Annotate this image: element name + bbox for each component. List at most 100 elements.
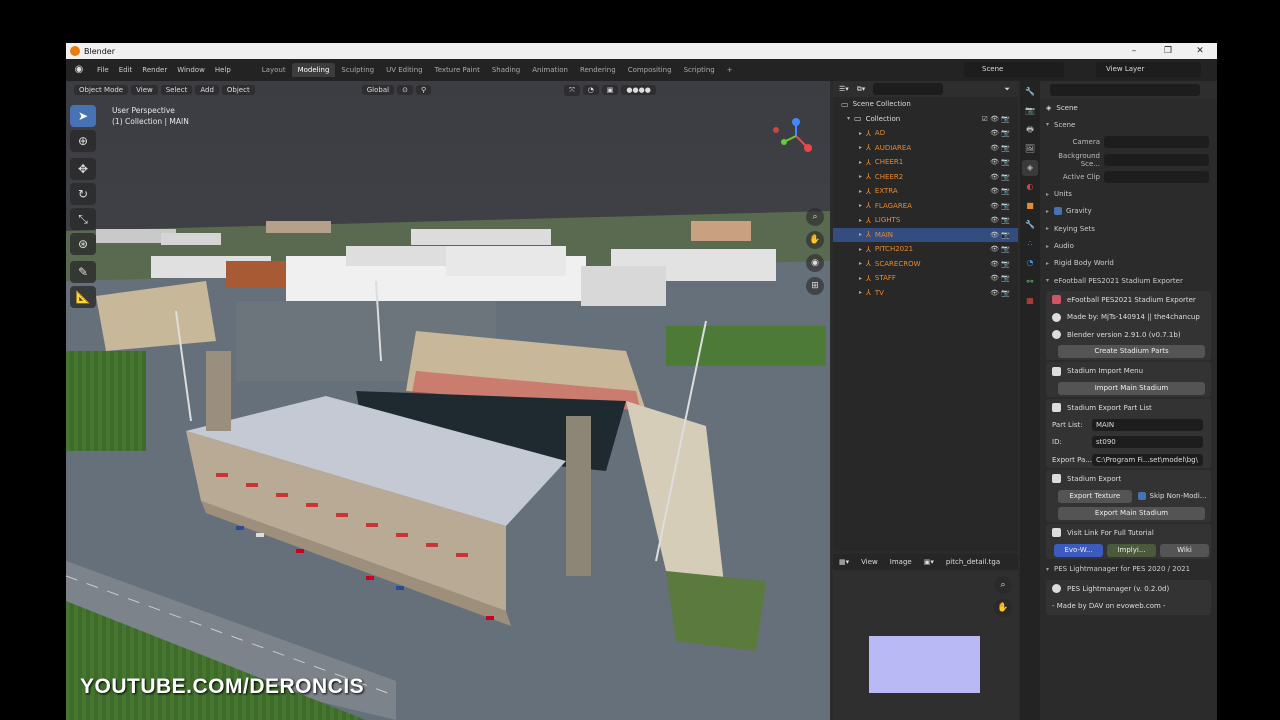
- outliner-item-audiarea[interactable]: ▸ ⅄ AUDIAREA 👁 📷: [833, 141, 1018, 156]
- expand-icon[interactable]: ▸: [859, 246, 862, 253]
- expand-icon[interactable]: ▸: [859, 144, 862, 151]
- outliner-item-cheer1[interactable]: ▸ ⅄ CHEER1 👁 📷: [833, 155, 1018, 170]
- viewport-menu-view[interactable]: View: [131, 85, 158, 95]
- image-name-field[interactable]: pitch_detail.tga: [946, 558, 1000, 566]
- expand-icon[interactable]: ▸: [859, 202, 862, 209]
- tab-rendering[interactable]: Rendering: [574, 63, 622, 77]
- expand-icon[interactable]: ▸: [859, 173, 862, 180]
- visibility-icons[interactable]: 👁 📷: [990, 158, 1010, 166]
- pivot-icon[interactable]: ⊙: [397, 85, 413, 95]
- particles-tab-icon[interactable]: ∴: [1022, 236, 1038, 252]
- active-clip-field[interactable]: [1104, 170, 1209, 183]
- exporter-section-header[interactable]: ▾ eFootball PES2021 Stadium Exporter: [1040, 272, 1217, 289]
- menu-edit[interactable]: Edit: [114, 66, 138, 74]
- zoom-icon[interactable]: ⌕: [806, 208, 824, 226]
- overlay-toggle-icon[interactable]: ◔: [582, 85, 599, 95]
- render-tab-icon[interactable]: 📷: [1022, 103, 1038, 119]
- add-workspace-icon[interactable]: +: [721, 63, 739, 77]
- evo-web-link-button[interactable]: Evo-W...: [1054, 543, 1103, 557]
- tab-compositing[interactable]: Compositing: [622, 63, 678, 77]
- camera-view-icon[interactable]: ◉: [806, 254, 824, 272]
- pan-hand-icon[interactable]: ✋: [806, 231, 824, 249]
- image-menu-view[interactable]: View: [861, 558, 878, 566]
- scene-tab-icon[interactable]: ◈: [1022, 160, 1038, 176]
- visibility-icons[interactable]: 👁 📷: [990, 202, 1010, 210]
- export-texture-button[interactable]: Export Texture: [1058, 489, 1132, 503]
- properties-search-input[interactable]: [1050, 84, 1200, 96]
- gizmo-toggle-icon[interactable]: ⤧: [564, 84, 580, 96]
- visibility-icons[interactable]: 👁 📷: [990, 129, 1010, 137]
- image-pan-icon[interactable]: ✋: [994, 599, 1012, 617]
- outliner-item-main[interactable]: ▸ ⅄ MAIN 👁 📷: [833, 227, 1018, 242]
- menu-help[interactable]: Help: [210, 66, 236, 74]
- visibility-icons[interactable]: 👁 📷: [990, 173, 1010, 181]
- output-tab-icon[interactable]: 🖶: [1022, 122, 1038, 138]
- visibility-icons[interactable]: 👁 📷: [990, 245, 1010, 253]
- keying-sets-section[interactable]: ▸ Keying Sets: [1040, 220, 1217, 237]
- visibility-icons[interactable]: 👁 📷: [990, 231, 1010, 239]
- outliner-item-staff[interactable]: ▸ ⅄ STAFF 👁 📷: [833, 271, 1018, 286]
- move-tool-icon[interactable]: ✥: [70, 158, 96, 180]
- texture-tab-icon[interactable]: ▦: [1022, 293, 1038, 309]
- implyingrigged-link-button[interactable]: Implyi...: [1107, 543, 1156, 557]
- outliner-item-pitch2021[interactable]: ▸ ⅄ PITCH2021 👁 📷: [833, 242, 1018, 257]
- tab-shading[interactable]: Shading: [486, 63, 526, 77]
- outliner-item-tv[interactable]: ▸ ⅄ TV 👁 📷: [833, 286, 1018, 301]
- import-main-stadium-button[interactable]: Import Main Stadium: [1058, 381, 1205, 395]
- expand-icon[interactable]: ▸: [859, 260, 862, 267]
- camera-field[interactable]: [1104, 136, 1209, 149]
- wiki-link-button[interactable]: Wiki: [1160, 543, 1209, 557]
- 3d-viewport[interactable]: Object Mode View Select Add Object Globa…: [66, 81, 830, 720]
- visibility-icons[interactable]: 👁 📷: [990, 289, 1010, 297]
- transform-orientation[interactable]: Global: [361, 85, 395, 95]
- tab-modeling[interactable]: Modeling: [291, 63, 336, 77]
- physics-tab-icon[interactable]: ◔: [1022, 255, 1038, 271]
- outliner-type-icon[interactable]: ☰▾: [839, 85, 849, 93]
- visibility-icons[interactable]: ☑ 👁 📷: [982, 115, 1010, 123]
- cursor-tool-icon[interactable]: ⊕: [70, 130, 96, 152]
- visibility-icons[interactable]: 👁 📷: [990, 187, 1010, 195]
- world-tab-icon[interactable]: ◐: [1022, 179, 1038, 195]
- menu-file[interactable]: File: [92, 66, 114, 74]
- expand-icon[interactable]: ▸: [859, 159, 862, 166]
- modifier-tab-icon[interactable]: 🔧: [1022, 217, 1038, 233]
- visibility-icons[interactable]: 👁 📷: [990, 274, 1010, 282]
- view-layer-selector[interactable]: View Layer: [1096, 62, 1201, 77]
- ortho-grid-icon[interactable]: ⊞: [806, 277, 824, 295]
- expand-icon[interactable]: ▸: [859, 275, 862, 282]
- viewport-menu-select[interactable]: Select: [160, 85, 193, 95]
- tool-tab-icon[interactable]: 🔧: [1022, 84, 1038, 100]
- export-main-stadium-button[interactable]: Export Main Stadium: [1058, 506, 1205, 520]
- gravity-checkbox[interactable]: [1054, 207, 1063, 216]
- scene-section-header[interactable]: ▾ Scene: [1040, 116, 1217, 133]
- tab-texture-paint[interactable]: Texture Paint: [429, 63, 486, 77]
- snap-icon[interactable]: ⚲: [415, 85, 432, 95]
- select-tool-icon[interactable]: ➤: [70, 105, 96, 127]
- rigid-body-section[interactable]: ▸ Rigid Body World: [1040, 255, 1217, 272]
- expand-icon[interactable]: ▸: [859, 217, 862, 224]
- visibility-icons[interactable]: 👁 📷: [990, 216, 1010, 224]
- image-menu-image[interactable]: Image: [890, 558, 912, 566]
- scale-tool-icon[interactable]: ⤡: [70, 208, 96, 230]
- outliner-item-extra[interactable]: ▸ ⅄ EXTRA 👁 📷: [833, 184, 1018, 199]
- expand-icon[interactable]: ▸: [859, 188, 862, 195]
- collection-row[interactable]: ▾ ▭ Collection ☑ 👁 📷: [833, 112, 1018, 127]
- outliner-item-lights[interactable]: ▸ ⅄ LIGHTS 👁 📷: [833, 213, 1018, 228]
- tab-animation[interactable]: Animation: [526, 63, 574, 77]
- xray-icon[interactable]: ▣: [601, 85, 619, 95]
- annotate-tool-icon[interactable]: ✎: [70, 261, 96, 283]
- outliner-item-flagarea[interactable]: ▸ ⅄ FLAGAREA 👁 📷: [833, 199, 1018, 214]
- blender-logo-icon[interactable]: ◉: [72, 63, 86, 77]
- stadium-id-input[interactable]: st090: [1092, 436, 1203, 449]
- shading-modes-icon[interactable]: ●●●●: [621, 85, 656, 95]
- outliner-search-input[interactable]: [873, 83, 944, 95]
- transform-tool-icon[interactable]: ⊛: [70, 233, 96, 255]
- expand-icon[interactable]: ▸: [859, 289, 862, 296]
- filter-icon[interactable]: ⏷: [1004, 85, 1010, 94]
- mode-selector[interactable]: Object Mode: [74, 85, 129, 95]
- lightmanager-section-header[interactable]: ▾ PES Lightmanager for PES 2020 / 2021: [1040, 561, 1217, 578]
- menu-window[interactable]: Window: [172, 66, 210, 74]
- gravity-section[interactable]: ▸ Gravity: [1040, 203, 1217, 220]
- editor-type-icon[interactable]: ▦▾: [839, 558, 849, 566]
- tab-scripting[interactable]: Scripting: [678, 63, 721, 77]
